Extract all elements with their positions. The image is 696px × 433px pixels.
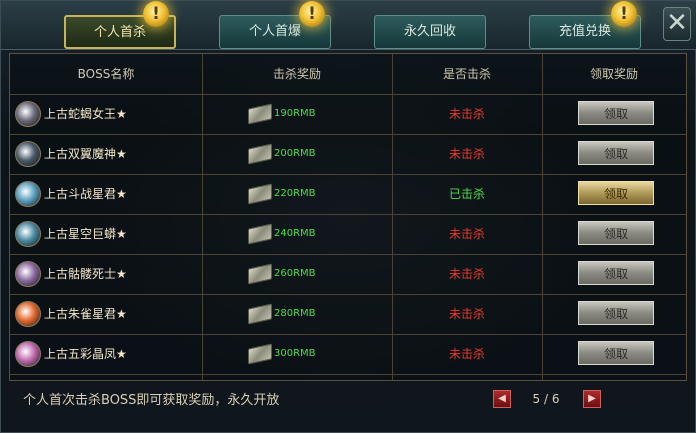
kill-status: 未击杀 xyxy=(448,347,485,361)
tab-permanent-recycle[interactable]: 永久回收 xyxy=(374,15,486,49)
boss-name: 上古骷髅死士★ xyxy=(44,267,127,281)
boss-name: 上古朱雀星君★ xyxy=(44,307,127,321)
boss-kill-table: BOSS名称 击杀奖励 是否击杀 领取奖励 上古蛇蝎女王★ 190RMB 未击杀 领取… xyxy=(9,53,687,381)
table-row: 上古斗战星君★ 220RMB 已击杀 领取 xyxy=(10,174,686,215)
cash-icon xyxy=(248,183,272,205)
cash-icon xyxy=(248,303,272,325)
page-indicator: 5 / 6 xyxy=(532,392,560,406)
claim-reward-button[interactable]: 领取 xyxy=(578,301,654,325)
footer-note: 个人首次击杀BOSS即可获取奖励，永久开放 xyxy=(23,393,280,408)
boss-avatar-icon xyxy=(15,181,41,207)
table-row: 上古蛇蝎女王★ 190RMB 未击杀 领取 xyxy=(10,94,686,135)
kill-status: 未击杀 xyxy=(448,267,485,281)
boss-name: 上古双翼魔神★ xyxy=(44,147,127,161)
kill-reward: 190RMB xyxy=(274,108,316,119)
kill-status: 未击杀 xyxy=(448,107,485,121)
boss-name: 上古斗战星君★ xyxy=(44,187,127,201)
boss-avatar-icon xyxy=(15,221,41,247)
boss-avatar-icon xyxy=(15,261,41,287)
kill-status: 已击杀 xyxy=(448,187,485,201)
claim-reward-button[interactable]: 领取 xyxy=(578,221,654,245)
claim-reward-button[interactable]: 领取 xyxy=(578,261,654,285)
claim-reward-button[interactable]: 领取 xyxy=(578,101,654,125)
header-kill-reward: 击杀奖励 xyxy=(272,67,321,81)
boss-avatar-icon xyxy=(15,101,41,127)
notice-icon: ! xyxy=(143,1,169,27)
boss-name: 上古五彩晶凤★ xyxy=(44,347,127,361)
reward-panel: 个人首杀 ! 个人首爆 ! 永久回收 充值兑换 ! ✕ BOSS名称 击杀奖励 … xyxy=(0,0,696,433)
table-row: 上古星空巨蟒★ 240RMB 未击杀 领取 xyxy=(10,214,686,255)
cash-icon xyxy=(248,223,272,245)
prev-page-button[interactable]: ◀ xyxy=(493,390,511,408)
kill-reward: 260RMB xyxy=(274,268,316,279)
table-row: 上古五彩晶凤★ 300RMB 未击杀 领取 xyxy=(10,334,686,375)
kill-reward: 220RMB xyxy=(274,188,316,199)
boss-avatar-icon xyxy=(15,141,41,167)
header-boss-name: BOSS名称 xyxy=(77,67,135,81)
boss-avatar-icon xyxy=(15,341,41,367)
table-row: 上古朱雀星君★ 280RMB 未击杀 领取 xyxy=(10,294,686,335)
table-row: 上古骷髅死士★ 260RMB 未击杀 领取 xyxy=(10,254,686,295)
claim-reward-button[interactable]: 领取 xyxy=(578,141,654,165)
kill-reward: 300RMB xyxy=(274,348,316,359)
cash-icon xyxy=(248,343,272,365)
cash-icon xyxy=(248,143,272,165)
kill-reward: 240RMB xyxy=(274,228,316,239)
boss-name: 上古星空巨蟒★ xyxy=(44,227,127,241)
table-row: 上古双翼魔神★ 200RMB 未击杀 领取 xyxy=(10,134,686,175)
notice-icon: ! xyxy=(611,1,637,27)
next-page-button[interactable]: ▶ xyxy=(583,390,601,408)
claim-reward-button[interactable]: 领取 xyxy=(578,181,654,205)
tab-bar: 个人首杀 ! 个人首爆 ! 永久回收 充值兑换 ! ✕ xyxy=(1,1,696,50)
boss-avatar-icon xyxy=(15,301,41,327)
cash-icon xyxy=(248,263,272,285)
kill-status: 未击杀 xyxy=(448,307,485,321)
boss-name: 上古蛇蝎女王★ xyxy=(44,107,127,121)
notice-icon: ! xyxy=(299,1,325,27)
claim-reward-button[interactable]: 领取 xyxy=(578,341,654,365)
kill-reward: 200RMB xyxy=(274,148,316,159)
kill-status: 未击杀 xyxy=(448,227,485,241)
close-button[interactable]: ✕ xyxy=(663,7,691,41)
header-killed-status: 是否击杀 xyxy=(442,67,491,81)
cash-icon xyxy=(248,103,272,125)
kill-status: 未击杀 xyxy=(448,147,485,161)
header-claim-reward: 领取奖励 xyxy=(589,67,638,81)
table-header: BOSS名称 击杀奖励 是否击杀 领取奖励 xyxy=(10,54,686,95)
kill-reward: 280RMB xyxy=(274,308,316,319)
